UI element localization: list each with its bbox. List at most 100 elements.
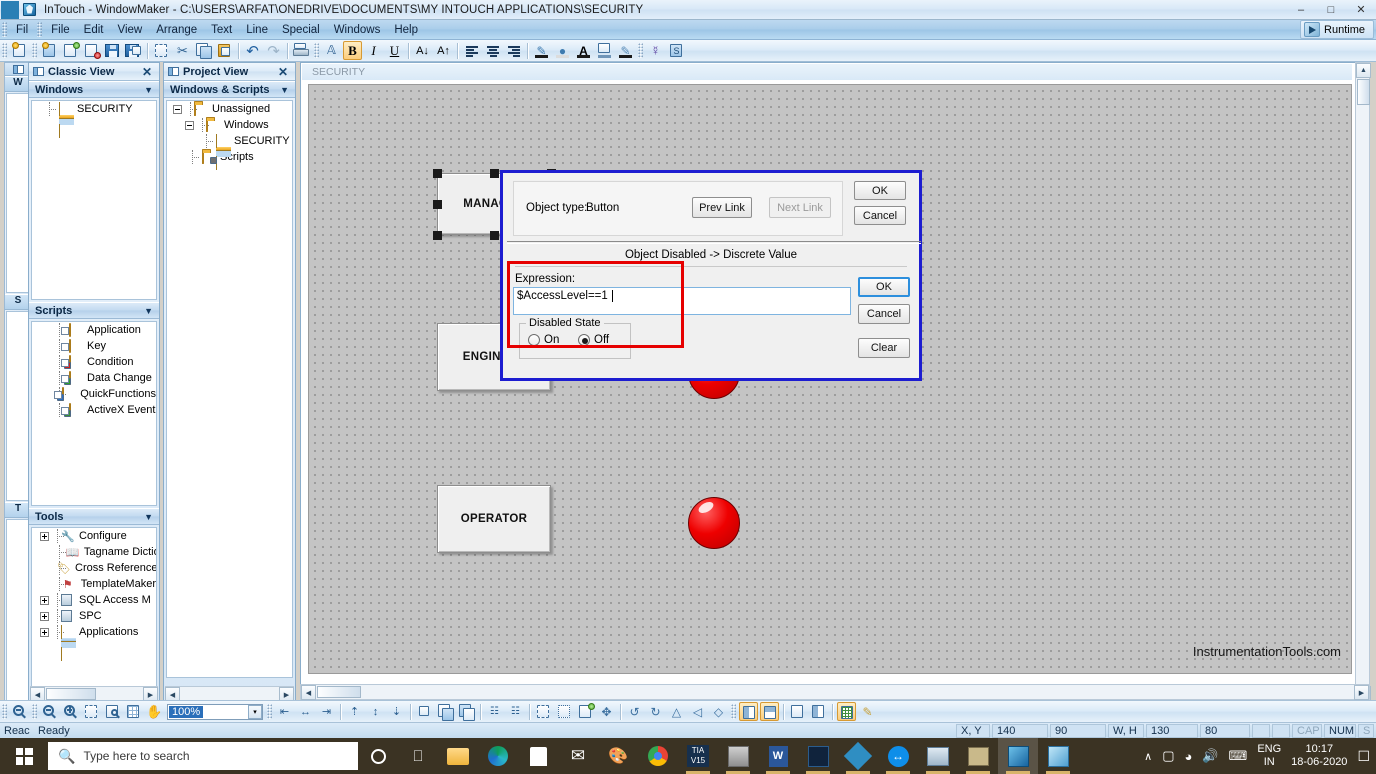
window-color-icon[interactable] [595,41,614,60]
underline-icon[interactable]: U [385,41,404,60]
radio-on-indicator[interactable] [528,334,540,346]
bring-front-icon[interactable] [436,702,455,721]
chevron-down-icon[interactable]: ▼ [144,85,153,95]
project-tree-item-unassigned[interactable]: Unassigned [167,101,292,117]
highlight-color-icon[interactable]: ✎ [616,41,635,60]
collapse-icon[interactable] [173,104,182,114]
script-item-activex-event[interactable]: ActiveX Event [32,402,156,418]
close-button[interactable]: ✕ [1346,0,1376,20]
battery-icon[interactable]: ▢ [1162,748,1174,764]
symbol-factory-icon[interactable]: S [667,41,686,60]
wonderware-chart-icon[interactable] [798,738,838,774]
keyboard-icon[interactable]: ⌨ [1229,748,1248,764]
intouch-windowmaker-icon[interactable] [998,738,1038,774]
paste-icon[interactable] [215,41,234,60]
rotate-left-icon[interactable]: ↺ [625,702,644,721]
taskbar-search-box[interactable]: 🔍 Type here to search [48,742,358,770]
italic-icon[interactable]: I [364,41,383,60]
pan-hand-icon[interactable]: ✋ [145,702,164,721]
chevron-down-icon[interactable]: ▾ [248,704,262,719]
align-left-icon[interactable] [462,41,481,60]
selection-handle-tl[interactable] [433,169,442,178]
operator-button-object[interactable]: OPERATOR [437,485,551,553]
chevron-down-icon[interactable]: ▼ [144,306,153,316]
intouch-viewer-icon[interactable] [1038,738,1078,774]
chevron-down-icon[interactable]: ▼ [280,85,289,95]
send-back-icon[interactable] [457,702,476,721]
project-view-hscrollbar[interactable]: ◀ ▶ [165,686,294,702]
file-explorer-icon[interactable] [438,738,478,774]
menu-item-windows[interactable]: Windows [327,22,388,38]
microsoft-edge-icon[interactable] [478,738,518,774]
group-icon[interactable] [534,702,553,721]
center-icon[interactable] [415,702,434,721]
selection-handle-bc[interactable] [490,231,499,240]
script-item-condition[interactable]: Condition [32,354,156,370]
state-on-radio[interactable]: On [528,334,559,346]
reshape-icon[interactable]: ◇ [709,702,728,721]
dialog-cancel-button[interactable]: Cancel [854,206,906,225]
scroll-right-arrow[interactable]: ▶ [1354,685,1369,700]
minimize-button[interactable]: – [1286,0,1316,20]
zoom-plus-icon[interactable] [61,702,80,721]
scripts-section-header[interactable]: Scripts ▼ [29,302,159,319]
project-tree-item-security[interactable]: SECURITY [167,133,292,170]
tools-section-header[interactable]: Tools ▼ [29,508,159,525]
align-center-icon[interactable] [483,41,502,60]
four-pane-icon[interactable] [809,702,828,721]
language-indicator[interactable]: ENG IN [1257,743,1281,769]
toolbar-grip-1[interactable] [2,43,7,58]
delete-window-icon[interactable] [82,41,101,60]
tools-item-tagname-dictionary[interactable]: 📖 Tagname Dictionary [32,544,156,560]
start-button[interactable] [0,738,48,774]
tools-item-spc[interactable]: SPC [32,608,156,624]
toolbar-grip-3[interactable] [314,43,319,58]
merge-icon[interactable] [576,702,595,721]
animation-link-dialog[interactable]: Object type: Button Prev Link Next Link … [500,170,922,381]
menu-item-special[interactable]: Special [275,22,327,38]
chevron-down-icon[interactable]: ▼ [144,512,153,522]
canvas-vscrollbar[interactable]: ▲ ▼ [1355,62,1371,702]
menu-item-text[interactable]: Text [204,22,239,38]
menu-grip-2[interactable] [37,22,43,37]
wizard-icon[interactable]: ☿ [646,41,665,60]
increase-font-icon[interactable]: A↑ [434,41,453,60]
flip-vertical-icon[interactable]: ◁ [688,702,707,721]
tools-item-configure[interactable]: 🔧 Configure [32,528,156,544]
scroll-left-arrow[interactable]: ◀ [301,685,316,700]
select-all-icon[interactable] [152,41,171,60]
align-right-icon[interactable]: ⇥ [317,702,336,721]
align-top-icon[interactable]: ⇡ [345,702,364,721]
notification-icon[interactable]: ☐ [1357,748,1370,765]
split-vertical-icon[interactable] [739,702,758,721]
menu-item-collapsed[interactable]: Fil [9,22,35,38]
align-center-icon[interactable]: ↔ [296,702,315,721]
google-chrome-icon[interactable] [638,738,678,774]
align-middle-icon[interactable]: ↕ [366,702,385,721]
selection-handle-tc[interactable] [490,169,499,178]
align-bottom-icon[interactable]: ⇣ [387,702,406,721]
menu-item-view[interactable]: View [111,22,150,38]
classic-view-hscrollbar[interactable]: ◀ ▶ [30,686,158,702]
radio-off-indicator[interactable] [578,334,590,346]
runtime-button[interactable]: Runtime [1300,20,1374,39]
redo-icon[interactable]: ↷ [264,41,283,60]
bottom-grip-4[interactable] [731,704,736,719]
script-item-application[interactable]: Application [32,322,156,338]
grid-view-icon[interactable] [124,702,143,721]
state-off-radio[interactable]: Off [578,334,609,346]
bottom-grip-3[interactable] [267,704,272,719]
font-icon[interactable]: 𝔸 [322,41,341,60]
align-right-icon[interactable] [504,41,523,60]
script-item-quickfunctions[interactable]: QuickFunctions [32,386,156,402]
expand-icon[interactable] [40,595,49,605]
tools-item-sql-access-manager[interactable]: SQL Access Manager [32,592,156,608]
collapse-icon[interactable] [185,120,194,130]
tools-item-cross-reference[interactable]: 🏷 Cross Reference [32,560,156,576]
menu-item-help[interactable]: Help [387,22,425,38]
grid-toggle-icon[interactable] [837,702,856,721]
expand-icon[interactable] [40,627,49,637]
decrease-font-icon[interactable]: A↓ [413,41,432,60]
split-horizontal-icon[interactable] [760,702,779,721]
maximize-button[interactable]: □ [1316,0,1346,20]
